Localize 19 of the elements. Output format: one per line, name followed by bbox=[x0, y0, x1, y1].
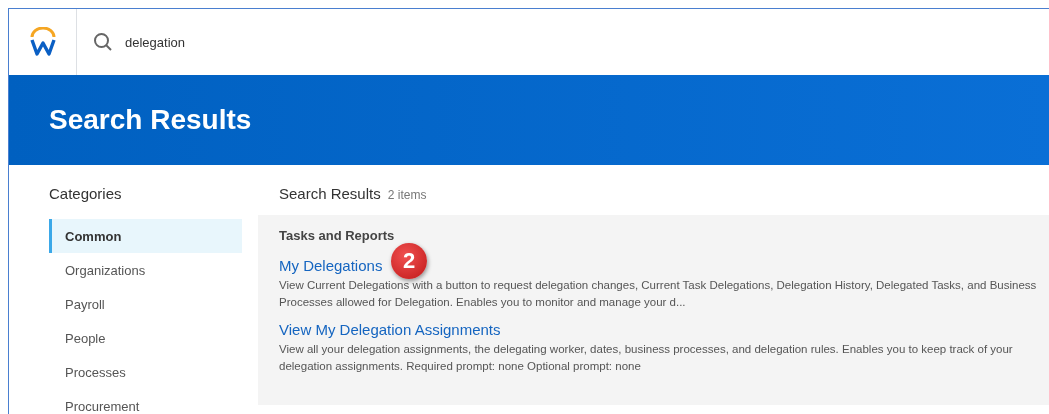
group-heading: Tasks and Reports bbox=[279, 228, 396, 243]
categories-heading: Categories bbox=[49, 185, 123, 204]
category-item[interactable]: Procurement bbox=[49, 389, 242, 414]
category-item[interactable]: Processes bbox=[49, 355, 242, 389]
result-description: View all your delegation assignments, the delegating worker, dates, business processes, and delegation rules. Enables you to keep track of your delegation assignments. Required prompt: none Optional prompt: none bbox=[279, 342, 1014, 374]
page-title: Search Results bbox=[49, 104, 252, 136]
category-item[interactable]: Payroll bbox=[49, 287, 242, 321]
result-count: 2 items bbox=[387, 188, 427, 202]
result-link[interactable]: View My Delegation Assignments bbox=[279, 321, 501, 338]
category-item[interactable]: People bbox=[49, 321, 242, 355]
result-description: View Current Delegations with a button to request delegation changes, Current Task Delegations, Delegation History, Delegated Tasks, and Business Processes allowed for Delegation. Enables you to monitor and manage your d... bbox=[279, 278, 1038, 310]
search-field[interactable]: delegation bbox=[125, 34, 425, 50]
callout-badge: 2 bbox=[391, 243, 427, 279]
search-icon bbox=[93, 32, 113, 52]
results-heading: Search Results bbox=[279, 185, 381, 202]
result-link[interactable]: My Delegations bbox=[279, 257, 383, 274]
logo-icon bbox=[28, 27, 57, 57]
category-item[interactable]: Common bbox=[49, 219, 242, 253]
category-item[interactable]: Organizations bbox=[49, 253, 242, 287]
